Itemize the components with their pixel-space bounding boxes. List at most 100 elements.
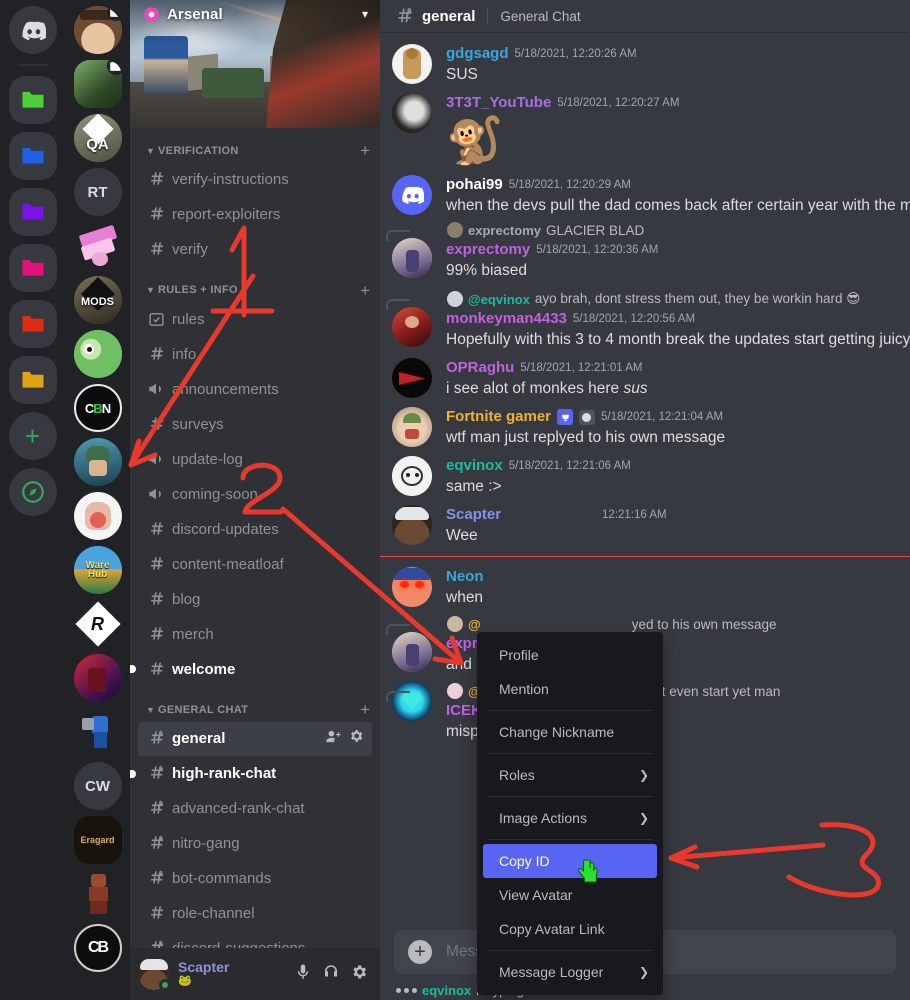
message-author[interactable]: pohai99 — [446, 175, 503, 195]
create-channel-icon[interactable]: + — [360, 142, 372, 159]
context-menu-item-image-actions[interactable]: Image Actions ❯ — [483, 801, 657, 835]
channel-discord-suggestions[interactable]: discord-suggestions — [138, 932, 372, 948]
context-menu-item-mention[interactable]: Mention — [483, 672, 657, 706]
guild-icon[interactable]: Ware Hub — [73, 546, 122, 594]
context-menu-item-profile[interactable]: Profile — [483, 638, 657, 672]
message-item[interactable]: Scapter 12:21:16 AM Wee — [380, 499, 910, 548]
message-author[interactable]: exprectomy — [446, 240, 530, 260]
channel-bot-commands[interactable]: bot-commands — [138, 862, 372, 896]
guild-icon[interactable]: QA — [73, 114, 122, 162]
channel-discord-updates[interactable]: discord-updates — [138, 512, 372, 546]
reply-author[interactable]: @eqvinox — [468, 292, 530, 307]
channel-verify[interactable]: verify — [138, 233, 372, 267]
user-context-menu[interactable]: Profile Mention Change Nickname Roles ❯ … — [477, 632, 663, 995]
guild-icon[interactable] — [73, 330, 122, 378]
avatar[interactable] — [392, 358, 432, 398]
message-item[interactable]: pohai99 5/18/2021, 12:20:29 AM when the … — [380, 169, 910, 218]
message-item[interactable]: OPRaghu 5/18/2021, 12:21:01 AM i see alo… — [380, 352, 910, 401]
guild-icon[interactable] — [73, 60, 122, 108]
channel-nitro-gang[interactable]: nitro-gang — [138, 827, 372, 861]
message-author[interactable]: 3T3T_YouTube — [446, 93, 551, 113]
avatar[interactable] — [392, 407, 432, 447]
channel-coming-soon[interactable]: coming-soon — [138, 477, 372, 511]
guild-icon[interactable]: CBN — [73, 384, 122, 432]
guild-icon[interactable]: MODS — [73, 276, 122, 324]
channel-welcome[interactable]: welcome — [130, 652, 372, 686]
create-channel-icon[interactable]: + — [360, 701, 372, 718]
message-item[interactable]: gdgsagd 5/18/2021, 12:20:26 AM SUS — [380, 38, 910, 87]
reply-context[interactable]: exprectomy GLACIER BLAD — [386, 220, 898, 241]
guild-icon[interactable] — [73, 6, 122, 54]
server-banner[interactable]: Arsenal ▾ — [130, 0, 380, 128]
add-member-icon[interactable] — [325, 728, 342, 750]
channel-advanced-rank-chat[interactable]: advanced-rank-chat — [138, 792, 372, 826]
guild-icon[interactable]: CB — [73, 924, 122, 972]
guild-icon[interactable] — [73, 492, 122, 540]
mute-icon[interactable] — [294, 963, 312, 986]
message-item[interactable]: @eqvinox ayo brah, dont stress them out,… — [380, 283, 910, 352]
guild-icon[interactable] — [74, 708, 122, 756]
channel-list[interactable]: ▼ VERIFICATION + verify-instructions rep… — [130, 128, 380, 948]
category-rules-info[interactable]: ▼ RULES + INFO + — [130, 268, 380, 302]
channel-content-meatloaf[interactable]: content-meatloaf — [138, 547, 372, 581]
avatar[interactable] — [392, 505, 432, 545]
message-author[interactable]: eqvinox — [446, 456, 503, 476]
guild-icon[interactable]: Eragard — [73, 816, 122, 864]
channel-verify-instructions[interactable]: verify-instructions — [138, 163, 372, 197]
add-server-button[interactable]: + — [8, 412, 57, 460]
avatar[interactable] — [392, 238, 432, 278]
reply-context[interactable]: @eqvinox ayo brah, dont stress them out,… — [386, 289, 898, 310]
guild-icon[interactable] — [73, 654, 122, 702]
channel-rules[interactable]: rules — [138, 302, 372, 336]
avatar[interactable] — [392, 175, 432, 215]
server-rail[interactable]: + QA RT MODS CBN Ware Hub R CW Eragard C… — [0, 0, 130, 1000]
message-item[interactable]: Fortnite gamer 5/18/2021, 12:21:04 AM wt… — [380, 401, 910, 450]
reply-context[interactable]: @ yed to his own message — [386, 614, 898, 635]
user-settings-icon[interactable] — [350, 963, 368, 986]
home-button[interactable] — [8, 6, 57, 54]
message-author[interactable]: Neon — [446, 567, 484, 587]
channel-announcements[interactable]: announcements — [138, 372, 372, 406]
channel-blog[interactable]: blog — [138, 582, 372, 616]
message-author[interactable]: Fortnite gamer — [446, 407, 551, 427]
avatar[interactable] — [392, 632, 432, 672]
create-channel-icon[interactable]: + — [360, 282, 372, 299]
context-menu-item-change-nickname[interactable]: Change Nickname — [483, 715, 657, 749]
message-item[interactable]: exprectomy GLACIER BLAD exprectomy 5/18/… — [380, 218, 910, 283]
server-folder-blue[interactable] — [8, 132, 57, 180]
channel-report-exploiters[interactable]: report-exploiters — [138, 198, 372, 232]
guild-icon[interactable]: RT — [73, 168, 122, 216]
reply-author[interactable]: @ — [468, 617, 481, 632]
server-folder-yellow[interactable] — [8, 356, 57, 404]
server-folder-red[interactable] — [8, 300, 57, 348]
guild-icon[interactable] — [74, 870, 122, 918]
message-author[interactable]: Scapter — [446, 505, 501, 525]
server-folder-purple[interactable] — [8, 188, 57, 236]
message-item[interactable]: eqvinox 5/18/2021, 12:21:06 AM same :> — [380, 450, 910, 499]
plus-circle-icon[interactable]: + — [408, 940, 432, 964]
avatar[interactable] — [392, 93, 432, 133]
guild-icon[interactable]: CW — [73, 762, 122, 810]
context-menu-item-copy-id[interactable]: Copy ID — [483, 844, 657, 878]
avatar[interactable] — [392, 456, 432, 496]
message-author[interactable]: OPRaghu — [446, 358, 514, 378]
explore-servers-button[interactable] — [8, 468, 57, 516]
context-menu-item-message-logger[interactable]: Message Logger ❯ — [483, 955, 657, 989]
guild-header[interactable]: Arsenal ▾ — [130, 0, 380, 28]
channel-update-log[interactable]: update-log — [138, 442, 372, 476]
server-folder-green[interactable] — [8, 76, 57, 124]
user-panel[interactable]: Scapter 🐸 — [130, 948, 380, 1000]
avatar[interactable] — [392, 307, 432, 347]
channel-surveys[interactable]: surveys — [138, 407, 372, 441]
channel-role-channel[interactable]: role-channel — [138, 897, 372, 931]
avatar[interactable] — [392, 567, 432, 607]
channel-general[interactable]: general — [138, 721, 372, 756]
message-author[interactable]: gdgsagd — [446, 44, 509, 64]
channel-high-rank-chat[interactable]: high-rank-chat — [130, 757, 372, 791]
context-menu-item-roles[interactable]: Roles ❯ — [483, 758, 657, 792]
category-verification[interactable]: ▼ VERIFICATION + — [130, 136, 380, 162]
context-menu-item-copy-avatar-link[interactable]: Copy Avatar Link — [483, 912, 657, 946]
guild-icon-selected[interactable] — [73, 438, 122, 486]
guild-icon[interactable]: R — [74, 600, 122, 648]
avatar[interactable] — [392, 44, 432, 84]
